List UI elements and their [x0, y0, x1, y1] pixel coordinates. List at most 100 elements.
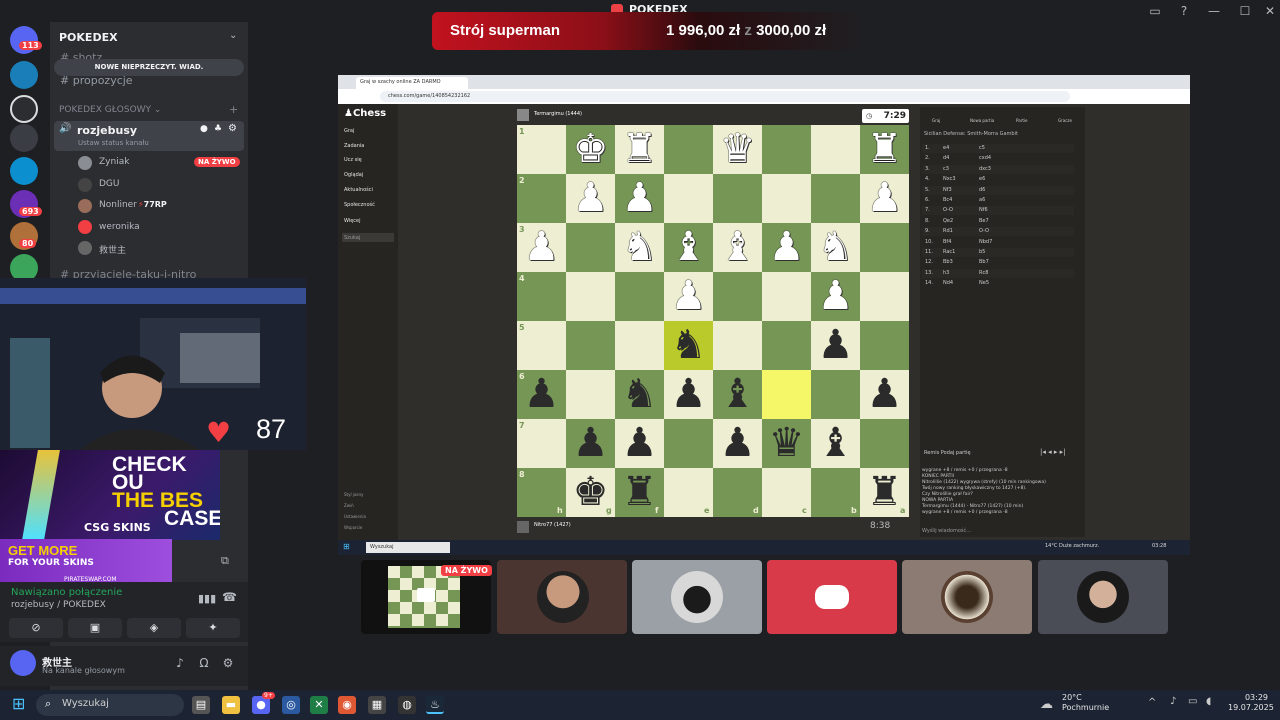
- signal-icon[interactable]: ▮▮▮: [198, 592, 216, 605]
- voice-user-me[interactable]: 救世主: [99, 243, 126, 256]
- black-knight-piece[interactable]: ♞: [615, 370, 664, 419]
- avatar[interactable]: [517, 109, 529, 121]
- address-bar[interactable]: chess.com/game/140854232162: [380, 91, 1070, 102]
- board-square[interactable]: [566, 223, 615, 272]
- xbox-icon[interactable]: ✕: [310, 696, 328, 714]
- share-screen-button[interactable]: ▣: [68, 618, 122, 638]
- game-panel-tab[interactable]: Nowa partia: [970, 118, 994, 123]
- popout-icon[interactable]: ⧉: [221, 554, 229, 568]
- file-explorer-icon[interactable]: ▬: [222, 696, 240, 714]
- white-pawn-piece[interactable]: ♟: [664, 272, 713, 321]
- soundboard-button[interactable]: ✦: [186, 618, 240, 638]
- board-square[interactable]: [664, 174, 713, 223]
- calculator-icon[interactable]: ▦: [368, 696, 386, 714]
- close-button[interactable]: ✕: [1262, 3, 1278, 19]
- volume-icon[interactable]: ◖: [1206, 696, 1211, 707]
- gear-icon[interactable]: ⚙: [228, 123, 237, 134]
- taskbar-search[interactable]: Wyszukaj: [36, 694, 184, 716]
- server-name[interactable]: POKEDEX: [59, 31, 118, 44]
- connection-location[interactable]: rozjebusy / POKEDEX: [11, 600, 106, 610]
- black-bishop-piece[interactable]: ♝: [713, 370, 762, 419]
- move-san[interactable]: Bf4: [943, 239, 951, 245]
- move-san[interactable]: b5: [979, 249, 985, 255]
- chess-board[interactable]: ♚ ♜ ♛ ♜ 1 ♟ ♟ ♟ 2 ♟ ♞ ♝ ♝ ♟ ♞ 3 ♟ ♟ 4 ♞ ♟ 5 ♟ ♞ ♟ ♝ ♟ 6 ♟ ♟ ♟ ♛ ♝ 7 ♚ ♜ ♜ 8 h g…: [517, 125, 909, 517]
- invite-icon[interactable]: ♣: [214, 124, 222, 134]
- microphone-icon[interactable]: ♪: [1170, 696, 1176, 707]
- board-square[interactable]: [860, 321, 909, 370]
- black-queen-piece[interactable]: ♛: [762, 419, 811, 468]
- move-san[interactable]: h3: [943, 270, 949, 276]
- white-bishop-piece[interactable]: ♝: [713, 223, 762, 272]
- windows-start-icon[interactable]: ⊞: [12, 694, 25, 713]
- game-panel-tab[interactable]: Graj: [932, 118, 940, 123]
- board-square[interactable]: [713, 174, 762, 223]
- tray-chevron-icon[interactable]: ^: [1148, 697, 1156, 708]
- white-knight-piece[interactable]: ♞: [615, 223, 664, 272]
- microphone-icon[interactable]: ♪: [172, 656, 188, 672]
- board-square[interactable]: [811, 370, 860, 419]
- move-san[interactable]: O-O: [943, 207, 953, 213]
- chess-search[interactable]: Szukaj: [342, 233, 394, 242]
- move-san[interactable]: e4: [943, 145, 949, 151]
- board-square[interactable]: [713, 272, 762, 321]
- board-square[interactable]: [664, 419, 713, 468]
- move-san[interactable]: e6: [979, 176, 985, 182]
- voice-category[interactable]: POKEDEX GŁOSOWY ⌄: [59, 105, 161, 115]
- move-san[interactable]: a6: [979, 197, 985, 203]
- white-queen-piece[interactable]: ♛: [713, 125, 762, 174]
- tab-remis[interactable]: Remis: [924, 450, 939, 456]
- avatar[interactable]: [517, 521, 529, 533]
- move-san[interactable]: Nf6: [979, 207, 988, 213]
- ad-banner-csgo[interactable]: CHECK OU THE BES CASE CSG SKINS: [0, 450, 220, 540]
- voice-user-weronika[interactable]: weronika: [99, 222, 140, 232]
- move-san[interactable]: Rc8: [979, 270, 988, 276]
- board-square[interactable]: [860, 419, 909, 468]
- board-square[interactable]: [860, 223, 909, 272]
- avatar[interactable]: [941, 571, 993, 623]
- board-square[interactable]: [664, 125, 713, 174]
- chess-nav-item[interactable]: Aktualności: [344, 187, 373, 193]
- game-panel-tab[interactable]: Partie: [1016, 118, 1027, 123]
- activities-button[interactable]: ◈: [127, 618, 181, 638]
- move-san[interactable]: Bb7: [979, 259, 989, 265]
- move-san[interactable]: d4: [943, 155, 949, 161]
- chevron-down-icon[interactable]: ⌄: [229, 30, 237, 41]
- board-square[interactable]: [860, 272, 909, 321]
- avatar[interactable]: [78, 156, 92, 170]
- white-king-piece[interactable]: ♚: [566, 125, 615, 174]
- black-pawn-piece[interactable]: ♟: [566, 419, 615, 468]
- move-san[interactable]: dxc3: [979, 166, 991, 172]
- chess-footer-item[interactable]: Ustawienia: [344, 514, 366, 519]
- avatar[interactable]: [10, 650, 36, 676]
- board-square[interactable]: [762, 321, 811, 370]
- server-icon-2[interactable]: [10, 95, 38, 123]
- move-san[interactable]: O-O: [979, 228, 989, 234]
- steam-icon[interactable]: ♨: [426, 696, 444, 714]
- browser-tab[interactable]: Graj w szachy online ZA DARMO: [356, 77, 468, 89]
- board-square[interactable]: [762, 370, 811, 419]
- chess-nav-item[interactable]: Ucz się: [344, 157, 362, 163]
- move-san[interactable]: d6: [979, 187, 985, 193]
- bottom-player[interactable]: Nitro77 (1427): [534, 522, 571, 528]
- disconnect-icon[interactable]: ☎: [222, 590, 237, 604]
- chess-nav-item[interactable]: Zadania: [344, 143, 364, 149]
- voice-channel-status[interactable]: Ustaw status kanału: [78, 139, 149, 147]
- black-bishop-piece[interactable]: ♝: [811, 419, 860, 468]
- board-square[interactable]: [566, 370, 615, 419]
- voice-user-zyniak[interactable]: Zyniak: [99, 157, 129, 167]
- maximize-button[interactable]: ☐: [1237, 3, 1253, 19]
- move-san[interactable]: c3: [943, 166, 949, 172]
- white-bishop-piece[interactable]: ♝: [664, 223, 713, 272]
- weather[interactable]: 20°C Pochmurnie: [1062, 693, 1109, 713]
- chess-nav-item[interactable]: Graj: [344, 128, 354, 134]
- screen-share-icon[interactable]: ▭: [1147, 3, 1163, 19]
- avatar[interactable]: [671, 571, 723, 623]
- server-icon-1[interactable]: [10, 61, 38, 89]
- board-square[interactable]: [762, 272, 811, 321]
- move-san[interactable]: Qe2: [943, 218, 953, 224]
- white-pawn-piece[interactable]: ♟: [860, 174, 909, 223]
- move-san[interactable]: Bb3: [943, 259, 953, 265]
- move-san[interactable]: Rac1: [943, 249, 955, 255]
- white-rook-piece[interactable]: ♜: [860, 125, 909, 174]
- top-player[interactable]: Termargimu (1444): [534, 111, 582, 117]
